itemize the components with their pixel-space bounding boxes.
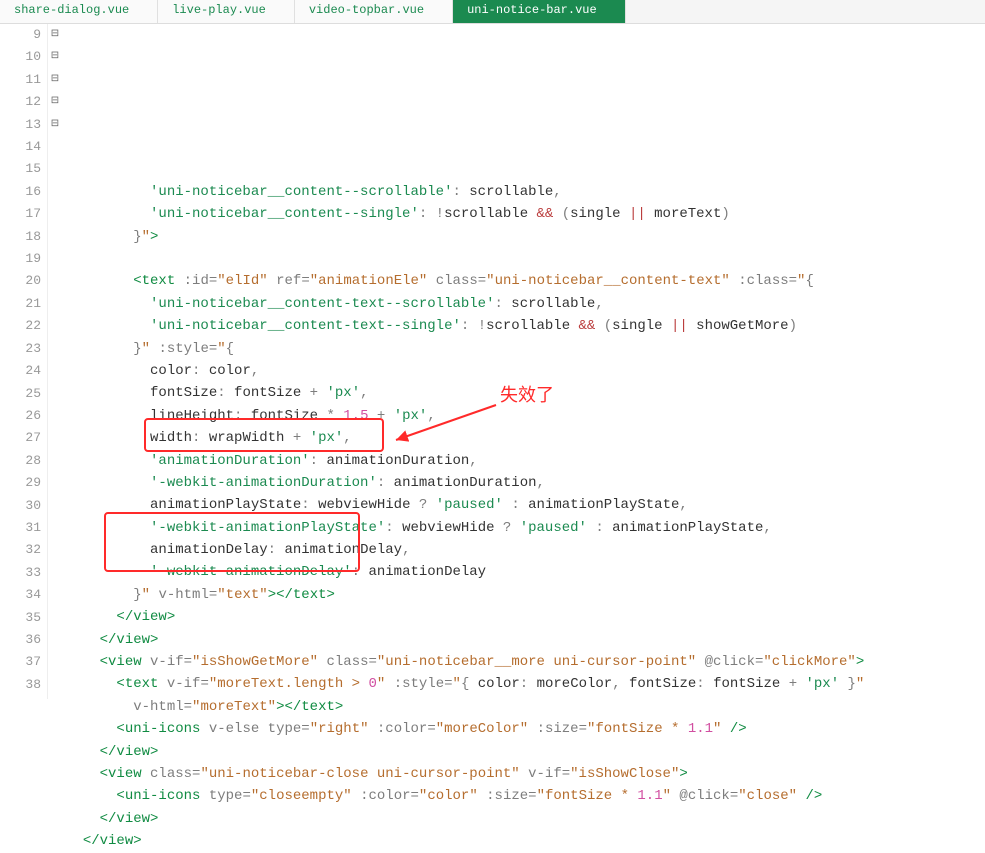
code-line[interactable]: <uni-icons type="closeempty" :color="col…	[66, 785, 985, 807]
code-line[interactable]: v-html="moreText"></text>	[66, 696, 985, 718]
code-line[interactable]: <text :id="elId" ref="animationEle" clas…	[66, 270, 985, 292]
tab-live-play[interactable]: live-play.vue	[158, 0, 295, 23]
code-line[interactable]: animationPlayState: webviewHide ? 'pause…	[66, 494, 985, 516]
tab-share-dialog[interactable]: share-dialog.vue	[0, 0, 158, 23]
fold-column[interactable]: ⊟⊟⊟⊟⊟	[48, 24, 62, 699]
code-line[interactable]: color: color,	[66, 360, 985, 382]
tab-uni-notice-bar[interactable]: uni-notice-bar.vue	[453, 0, 626, 23]
code-line[interactable]: }" v-html="text"></text>	[66, 584, 985, 606]
line-number-gutter: 9101112131415161718192021222324252627282…	[0, 24, 48, 699]
code-line[interactable]: <text v-if="moreText.length > 0" :style=…	[66, 673, 985, 695]
code-line[interactable]: <view class="uni-noticebar-close uni-cur…	[66, 763, 985, 785]
code-line[interactable]: '-webkit-animationDelay': animationDelay	[66, 561, 985, 583]
code-line[interactable]: }">	[66, 226, 985, 248]
code-line[interactable]: '-webkit-animationPlayState': webviewHid…	[66, 517, 985, 539]
code-line[interactable]: </view>	[66, 830, 985, 852]
code-line[interactable]: 'uni-noticebar__content-text--single': !…	[66, 315, 985, 337]
code-line[interactable]: 'uni-noticebar__content--scrollable': sc…	[66, 181, 985, 203]
tab-video-topbar[interactable]: video-topbar.vue	[295, 0, 453, 23]
code-line[interactable]: 'animationDuration': animationDuration,	[66, 450, 985, 472]
code-line[interactable]: }" :style="{	[66, 338, 985, 360]
code-line[interactable]: <view v-if="isShowGetMore" class="uni-no…	[66, 651, 985, 673]
code-line[interactable]: 'uni-noticebar__content-text--scrollable…	[66, 293, 985, 315]
code-line[interactable]: </view>	[66, 629, 985, 651]
code-line[interactable]: </view>	[66, 808, 985, 830]
code-line[interactable]: '-webkit-animationDuration': animationDu…	[66, 472, 985, 494]
code-line[interactable]: </view>	[66, 741, 985, 763]
editor-tabs: share-dialog.vue live-play.vue video-top…	[0, 0, 985, 24]
code-line[interactable]: <uni-icons v-else type="right" :color="m…	[66, 718, 985, 740]
code-line[interactable]: </view>	[66, 606, 985, 628]
code-line[interactable]	[66, 248, 985, 270]
code-line[interactable]: lineHeight: fontSize * 1.5 + 'px',	[66, 405, 985, 427]
code-line[interactable]: width: wrapWidth + 'px',	[66, 427, 985, 449]
code-line[interactable]: 'uni-noticebar__content--single': !scrol…	[66, 203, 985, 225]
code-line[interactable]: animationDelay: animationDelay,	[66, 539, 985, 561]
code-area[interactable]: 'uni-noticebar__content--scrollable': sc…	[62, 24, 985, 699]
code-editor[interactable]: 9101112131415161718192021222324252627282…	[0, 24, 985, 699]
code-line[interactable]: fontSize: fontSize + 'px',	[66, 382, 985, 404]
